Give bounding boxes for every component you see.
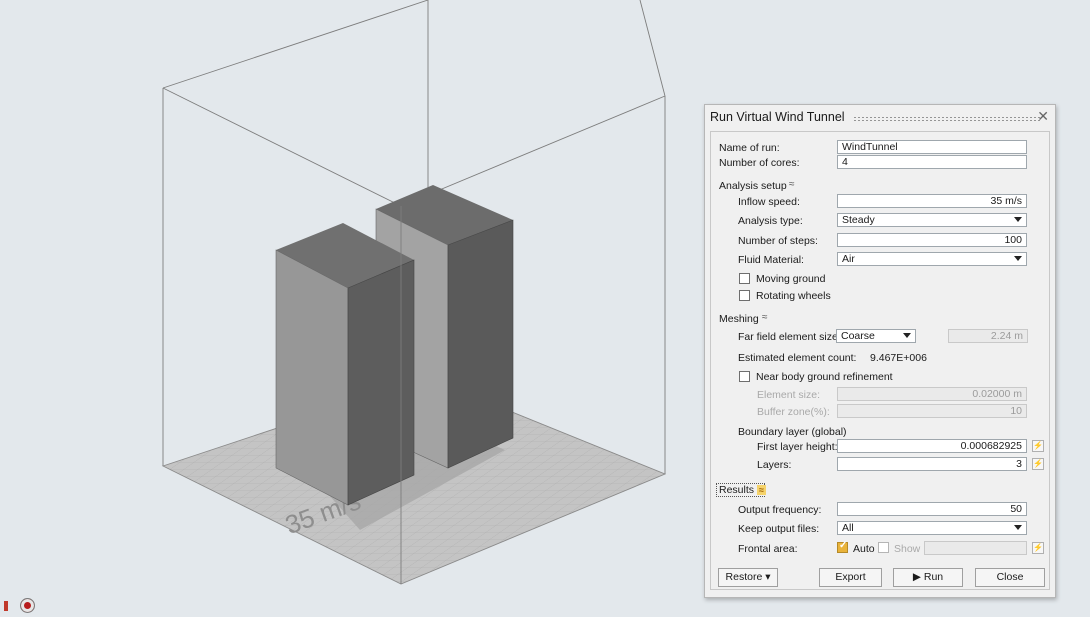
chevron-up-icon[interactable]: ≈ xyxy=(762,312,768,323)
run-label: Run xyxy=(923,571,944,583)
analysis-setup-header: Analysis setup xyxy=(719,180,787,192)
cores-input[interactable]: 4 xyxy=(837,155,1027,169)
first-layer-label: First layer height: xyxy=(757,441,838,453)
buffer-zone-label: Buffer zone(%): xyxy=(757,406,830,418)
play-icon: ▶ xyxy=(912,571,921,583)
boundary-layer-label: Boundary layer (global) xyxy=(738,426,847,438)
moving-ground-checkbox[interactable] xyxy=(739,273,750,284)
layers-input[interactable]: 3 xyxy=(837,457,1027,471)
dialog-body: Name of run: WindTunnel Number of cores:… xyxy=(710,131,1050,590)
close-button[interactable]: Close xyxy=(975,568,1045,587)
analysis-type-select[interactable]: Steady xyxy=(837,213,1027,227)
first-layer-input[interactable]: 0.000682925 xyxy=(837,439,1027,453)
chevron-up-icon[interactable]: ≈ xyxy=(789,179,795,190)
rotating-wheels-label: Rotating wheels xyxy=(756,290,831,302)
lock-icon[interactable]: ⚡ xyxy=(1032,440,1044,452)
inflow-speed-input[interactable]: 35 m/s xyxy=(837,194,1027,208)
restore-button[interactable]: Restore ▾ xyxy=(718,568,778,587)
chevron-up-icon: ≈ xyxy=(757,485,766,495)
error-indicator-icon xyxy=(4,600,8,611)
far-field-select[interactable]: Coarse xyxy=(836,329,916,343)
export-button[interactable]: Export xyxy=(819,568,882,587)
inflow-speed-label: Inflow speed: xyxy=(738,196,800,208)
buffer-zone-field: 10 xyxy=(837,404,1027,418)
run-button[interactable]: ▶ Run xyxy=(893,568,963,587)
status-bar xyxy=(4,598,35,613)
analysis-type-label: Analysis type: xyxy=(738,215,803,227)
record-icon[interactable] xyxy=(20,598,35,613)
meshing-header: Meshing xyxy=(719,313,759,325)
wind-tunnel-dialog: Run Virtual Wind Tunnel ✕ Name of run: W… xyxy=(704,104,1056,598)
name-of-run-input[interactable]: WindTunnel xyxy=(837,140,1027,154)
lock-icon[interactable]: ⚡ xyxy=(1032,542,1044,554)
results-label: Results xyxy=(719,484,755,496)
near-body-checkbox[interactable] xyxy=(739,371,750,382)
steps-label: Number of steps: xyxy=(738,235,818,247)
output-frequency-label: Output frequency: xyxy=(738,504,822,516)
cores-label: Number of cores: xyxy=(719,157,800,169)
export-label: Export xyxy=(835,571,866,583)
steps-input[interactable]: 100 xyxy=(837,233,1027,247)
rotating-wheels-checkbox[interactable] xyxy=(739,290,750,301)
building-front xyxy=(275,223,415,506)
estimated-count-label: Estimated element count: xyxy=(738,352,857,364)
close-icon[interactable]: ✕ xyxy=(1037,108,1049,125)
chevron-down-icon: ▾ xyxy=(765,571,771,583)
element-size-field: 0.02000 m xyxy=(837,387,1027,401)
auto-checkbox[interactable] xyxy=(837,540,848,553)
close-label: Close xyxy=(996,571,1024,583)
drag-handle[interactable] xyxy=(853,116,1041,122)
near-body-label: Near body ground refinement xyxy=(756,371,893,383)
output-frequency-input[interactable]: 50 xyxy=(837,502,1027,516)
show-label: Show xyxy=(894,543,921,555)
results-header[interactable]: Results ≈ xyxy=(716,483,766,497)
fluid-material-select[interactable]: Air xyxy=(837,252,1027,266)
far-field-label: Far field element size: xyxy=(738,331,841,343)
frontal-area-label: Frontal area: xyxy=(738,543,798,555)
name-of-run-label: Name of run: xyxy=(719,142,780,154)
fluid-material-label: Fluid Material: xyxy=(738,254,804,266)
auto-label: Auto xyxy=(853,543,875,555)
keep-output-label: Keep output files: xyxy=(738,523,820,535)
dialog-title: Run Virtual Wind Tunnel xyxy=(710,110,845,124)
estimated-count-value: 9.467E+006 xyxy=(870,352,927,364)
show-checkbox[interactable] xyxy=(878,542,889,553)
element-size-label: Element size: xyxy=(757,389,821,401)
lock-icon[interactable]: ⚡ xyxy=(1032,458,1044,470)
far-field-size-field: 2.24 m xyxy=(948,329,1028,343)
keep-output-select[interactable]: All xyxy=(837,521,1027,535)
frontal-area-field xyxy=(924,541,1027,555)
moving-ground-label: Moving ground xyxy=(756,273,826,285)
restore-label: Restore xyxy=(725,571,763,583)
layers-label: Layers: xyxy=(757,459,792,471)
